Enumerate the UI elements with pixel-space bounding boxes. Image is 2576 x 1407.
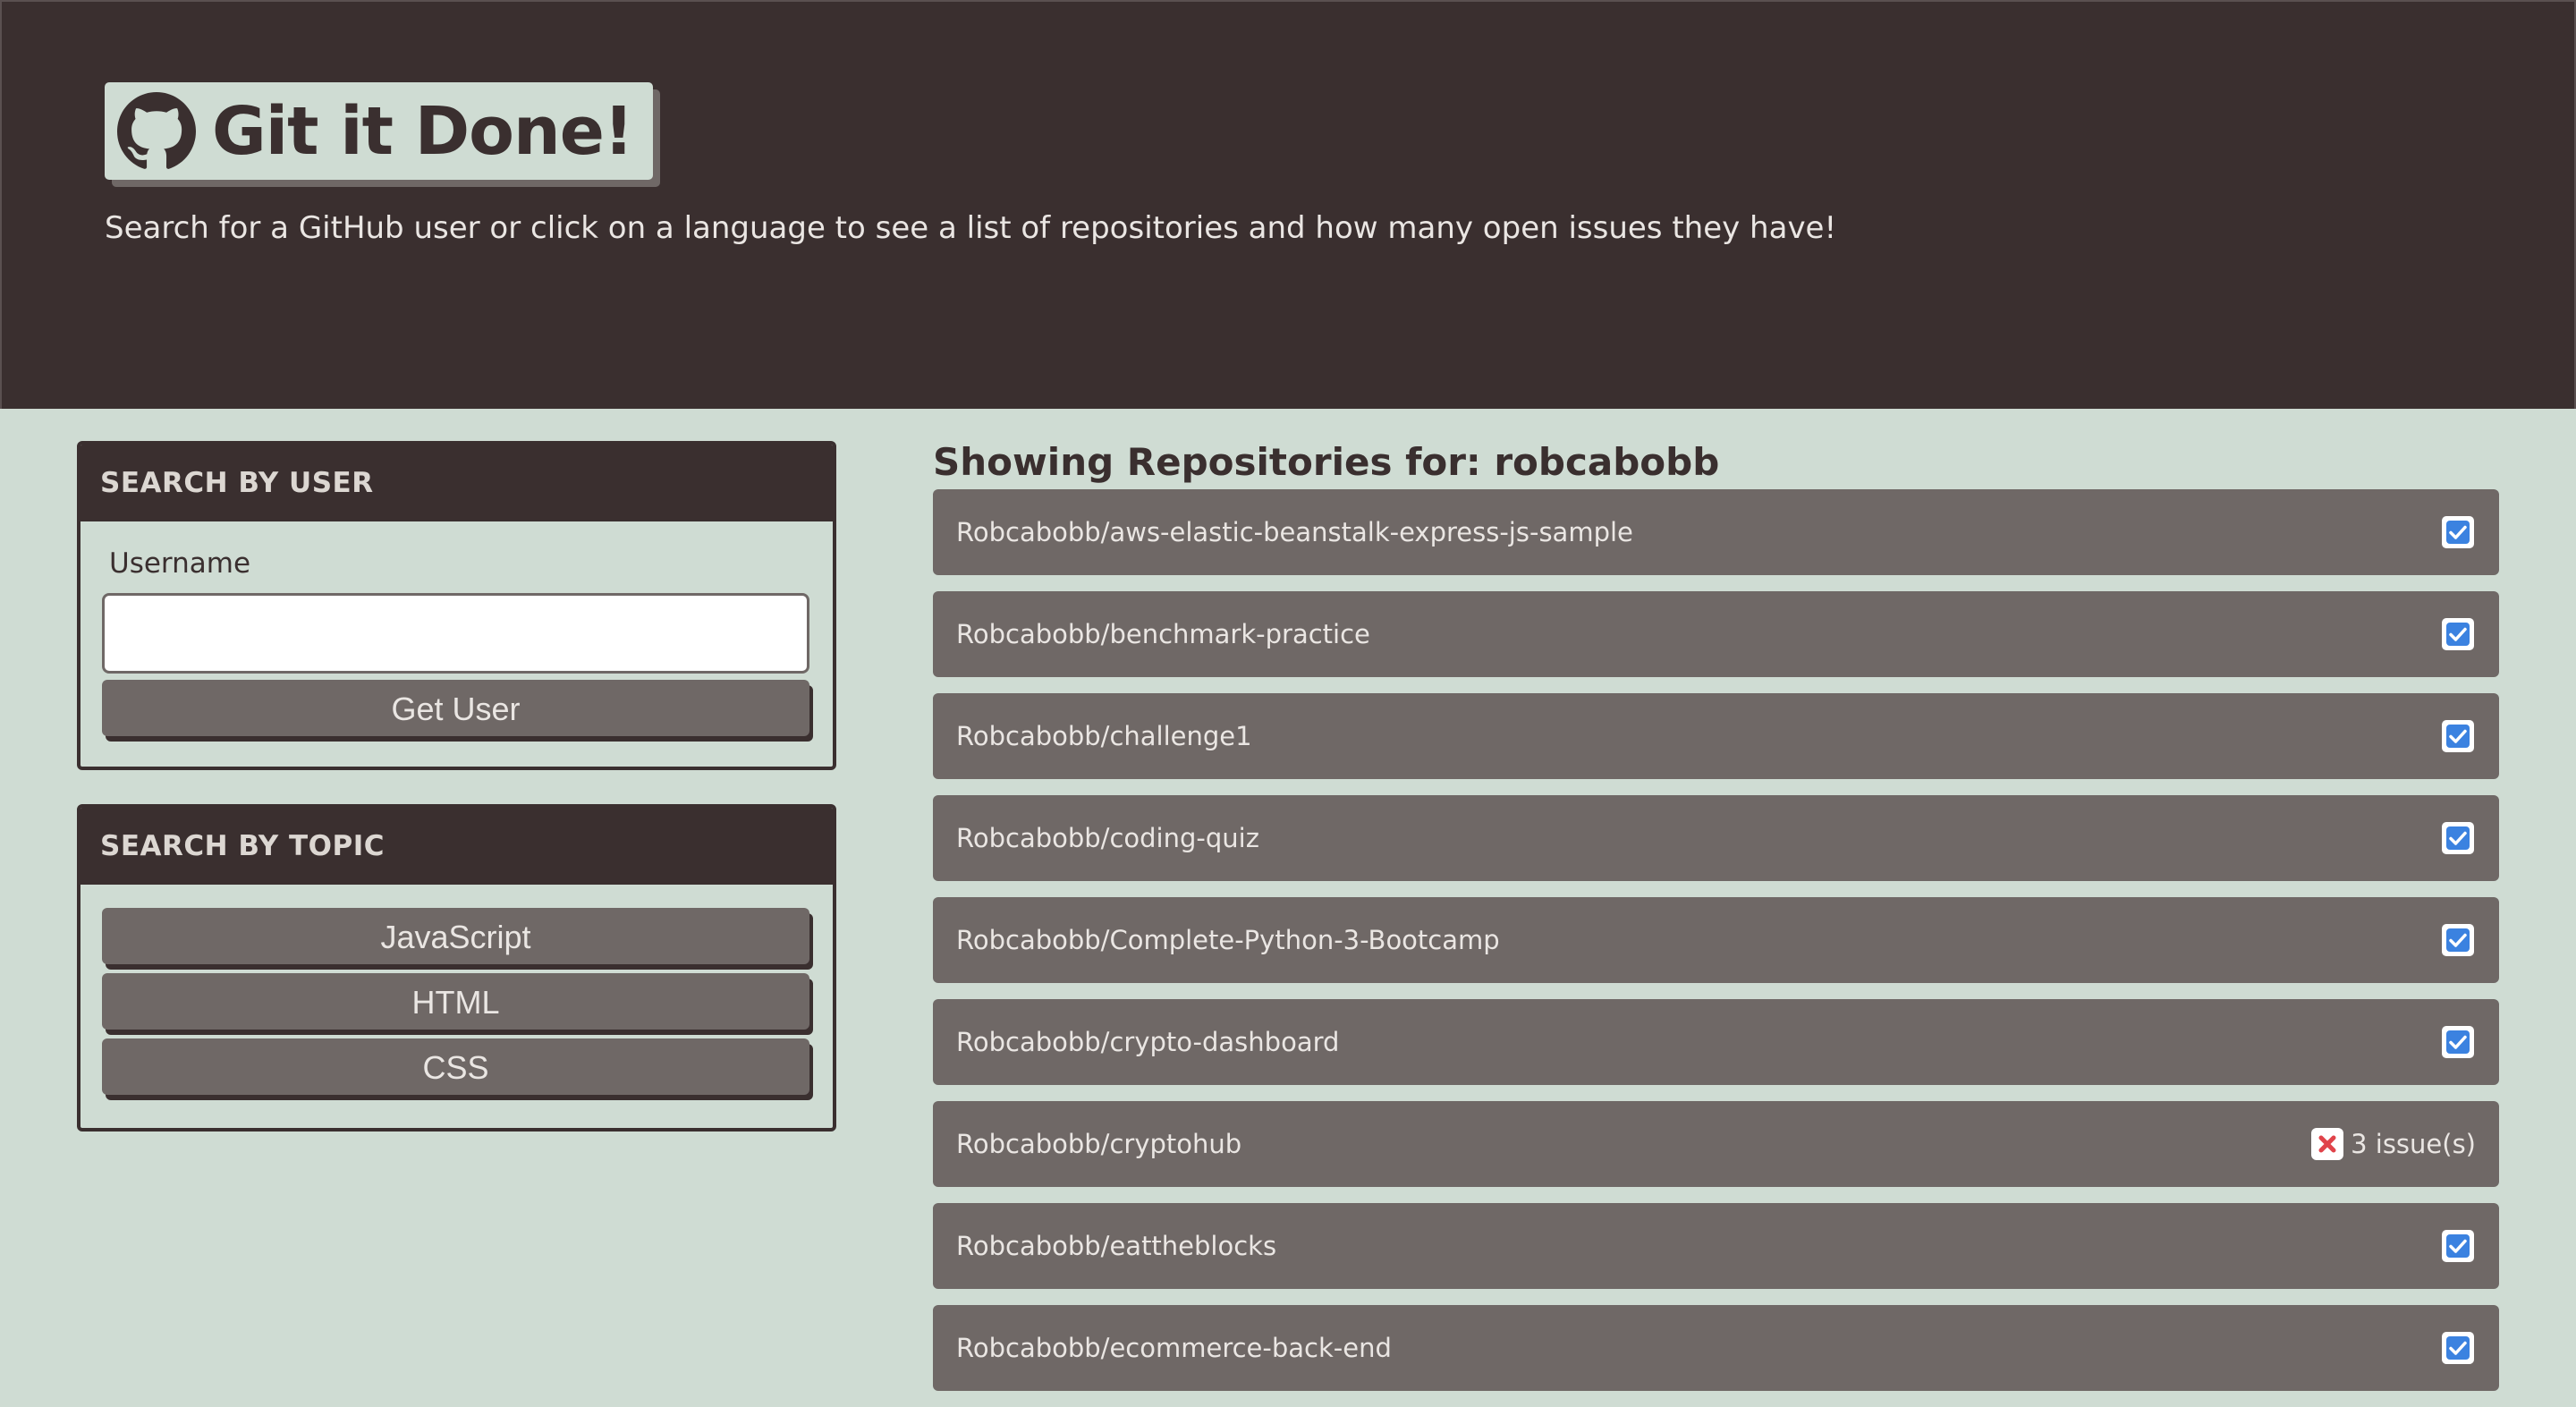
repo-status — [2440, 616, 2476, 652]
repo-name: Robcabobb/coding-quiz — [956, 823, 1259, 853]
topic-button-css[interactable]: CSS — [102, 1038, 809, 1095]
repo-name: Robcabobb/eattheblocks — [956, 1231, 1277, 1261]
repo-name: Robcabobb/benchmark-practice — [956, 619, 1370, 649]
username-input[interactable] — [102, 593, 809, 674]
tagline: Search for a GitHub user or click on a l… — [105, 210, 1837, 246]
github-octocat-icon — [117, 91, 196, 169]
check-icon — [2440, 1024, 2476, 1060]
check-icon — [2440, 1330, 2476, 1366]
check-icon — [2440, 922, 2476, 958]
repo-item[interactable]: Robcabobb/Complete-Python-3-Bootcamp — [933, 897, 2499, 983]
repo-status — [2440, 1024, 2476, 1060]
repo-status — [2440, 922, 2476, 958]
repo-status — [2440, 718, 2476, 754]
repo-status: 3 issue(s) — [2309, 1126, 2476, 1162]
page-header: Git it Done! Search for a GitHub user or… — [0, 0, 2576, 409]
repo-name: Robcabobb/cryptohub — [956, 1129, 1242, 1159]
repo-name: Robcabobb/aws-elastic-beanstalk-express-… — [956, 517, 1633, 547]
repo-item[interactable]: Robcabobb/coding-quiz — [933, 795, 2499, 881]
repo-item[interactable]: Robcabobb/eattheblocks — [933, 1203, 2499, 1289]
search-by-user-card: SEARCH BY USER Username Get User — [77, 441, 836, 770]
repo-item[interactable]: Robcabobb/benchmark-practice — [933, 591, 2499, 677]
repo-item[interactable]: Robcabobb/ecommerce-back-end — [933, 1305, 2499, 1391]
check-icon — [2440, 616, 2476, 652]
repo-status — [2440, 820, 2476, 856]
search-by-topic-heading: SEARCH BY TOPIC — [80, 808, 833, 885]
x-icon — [2309, 1126, 2351, 1162]
repo-item[interactable]: Robcabobb/crypto-dashboard — [933, 999, 2499, 1085]
repo-name: Robcabobb/ecommerce-back-end — [956, 1333, 1392, 1363]
repo-name: Robcabobb/crypto-dashboard — [956, 1027, 1340, 1057]
issue-count: 3 issue(s) — [2351, 1129, 2476, 1159]
repo-name: Robcabobb/challenge1 — [956, 721, 1252, 751]
repo-status — [2440, 1228, 2476, 1264]
app-title: Git it Done! — [212, 92, 634, 170]
check-icon — [2440, 820, 2476, 856]
check-icon — [2440, 514, 2476, 550]
repo-name: Robcabobb/Complete-Python-3-Bootcamp — [956, 925, 1500, 955]
repo-status — [2440, 514, 2476, 550]
username-label: Username — [109, 547, 251, 580]
get-user-button[interactable]: Get User — [102, 680, 809, 736]
logo: Git it Done! — [105, 82, 653, 180]
search-by-user-heading: SEARCH BY USER — [80, 445, 833, 521]
repo-list: Robcabobb/aws-elastic-beanstalk-express-… — [933, 489, 2499, 1407]
repo-item[interactable]: Robcabobb/challenge1 — [933, 693, 2499, 779]
topic-button-javascript[interactable]: JavaScript — [102, 908, 809, 964]
repos-title: Showing Repositories for: robcabobb — [933, 440, 1720, 484]
topic-button-html[interactable]: HTML — [102, 973, 809, 1030]
repo-status — [2440, 1330, 2476, 1366]
check-icon — [2440, 1228, 2476, 1264]
search-by-topic-card: SEARCH BY TOPIC JavaScript HTML CSS — [77, 804, 836, 1132]
repo-item[interactable]: Robcabobb/aws-elastic-beanstalk-express-… — [933, 489, 2499, 575]
repo-item[interactable]: Robcabobb/cryptohub 3 issue(s) — [933, 1101, 2499, 1187]
check-icon — [2440, 718, 2476, 754]
